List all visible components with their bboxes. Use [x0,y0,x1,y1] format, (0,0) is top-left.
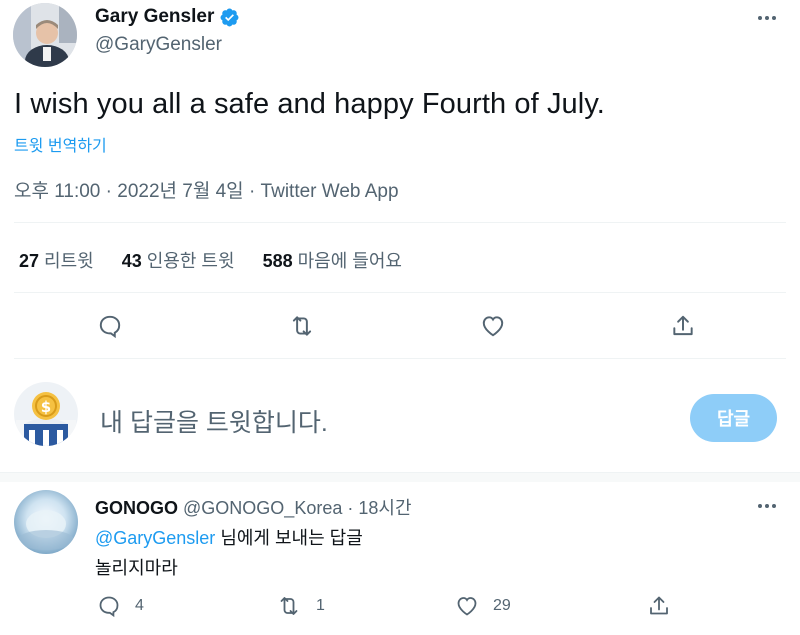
author-name-row: Gary Gensler [95,6,240,28]
tweet-meta[interactable]: 오후 11:00 · 2022년 7월 4일 · Twitter Web App [14,176,399,203]
share-action[interactable] [647,594,685,618]
reply-composer: $ 내 답글을 트윗합니다. 답글 [0,372,800,472]
divider [0,472,800,482]
divider [14,292,786,293]
reply-author-handle[interactable]: @GONOGO_Korea [183,498,342,518]
tweet-text: I wish you all a safe and happy Fourth o… [14,88,605,120]
retweet-count: 1 [316,597,325,614]
reply-button[interactable]: 답글 [690,394,777,442]
share-icon[interactable] [665,308,701,344]
retweet-icon [280,597,298,615]
author-handle[interactable]: @GaryGensler [95,34,222,56]
share-icon [650,596,668,615]
reply-icon[interactable] [92,308,128,344]
avatar[interactable] [13,3,77,67]
mention-link[interactable]: @GaryGensler [95,528,215,548]
more-icon[interactable] [752,494,782,518]
stat-quotes[interactable]: 43 인용한 트윗 [122,247,235,273]
verified-badge-icon [220,8,239,26]
divider [14,358,786,359]
svg-text:$: $ [41,398,51,416]
reply-author-row: GONOGO @GONOGO_Korea · 18시간 [95,494,412,520]
stat-likes[interactable]: 588 마음에 들어요 [263,247,402,273]
stat-retweets[interactable]: 27 리트윗 [19,247,94,273]
avatar[interactable] [14,490,78,554]
tweet-stats: 27 리트윗 43 인용한 트윗 588 마음에 들어요 [19,247,430,273]
tweet-actions [0,308,800,344]
stat-label: 마음에 들어요 [297,251,402,271]
heart-icon [457,597,477,616]
more-icon[interactable] [752,6,782,30]
reply-icon [99,596,119,618]
reply-author-name[interactable]: GONOGO [95,498,178,518]
divider [14,222,786,223]
reply-tweet[interactable]: GONOGO @GONOGO_Korea · 18시간 @GaryGensler… [0,482,800,635]
like-action[interactable]: 29 [455,594,511,618]
replying-to: @GaryGensler 님에게 보내는 답글 [95,524,363,550]
stat-label: 인용한 트윗 [146,251,235,271]
retweet-icon[interactable] [284,308,320,344]
reply-action[interactable]: 4 [97,594,144,618]
stat-count: 27 [19,251,40,271]
reply-time[interactable]: · 18시간 [347,498,411,518]
reply-count: 4 [135,597,144,614]
author-name[interactable]: Gary Gensler [95,6,214,28]
translate-link[interactable]: 트윗 번역하기 [14,132,107,156]
like-count: 29 [493,597,511,614]
retweet-action[interactable]: 1 [276,594,325,618]
reply-actions: 4 1 29 [0,594,800,624]
reply-text: 놀리지마라 [95,558,178,578]
stat-count: 43 [121,251,142,271]
heart-icon[interactable] [475,308,511,344]
replying-to-text: 님에게 보내는 답글 [215,528,363,548]
avatar[interactable]: $ [14,382,78,446]
reply-input[interactable]: 내 답글을 트윗합니다. [100,403,328,439]
stat-count: 588 [262,251,293,271]
stat-label: 리트윗 [44,251,94,271]
